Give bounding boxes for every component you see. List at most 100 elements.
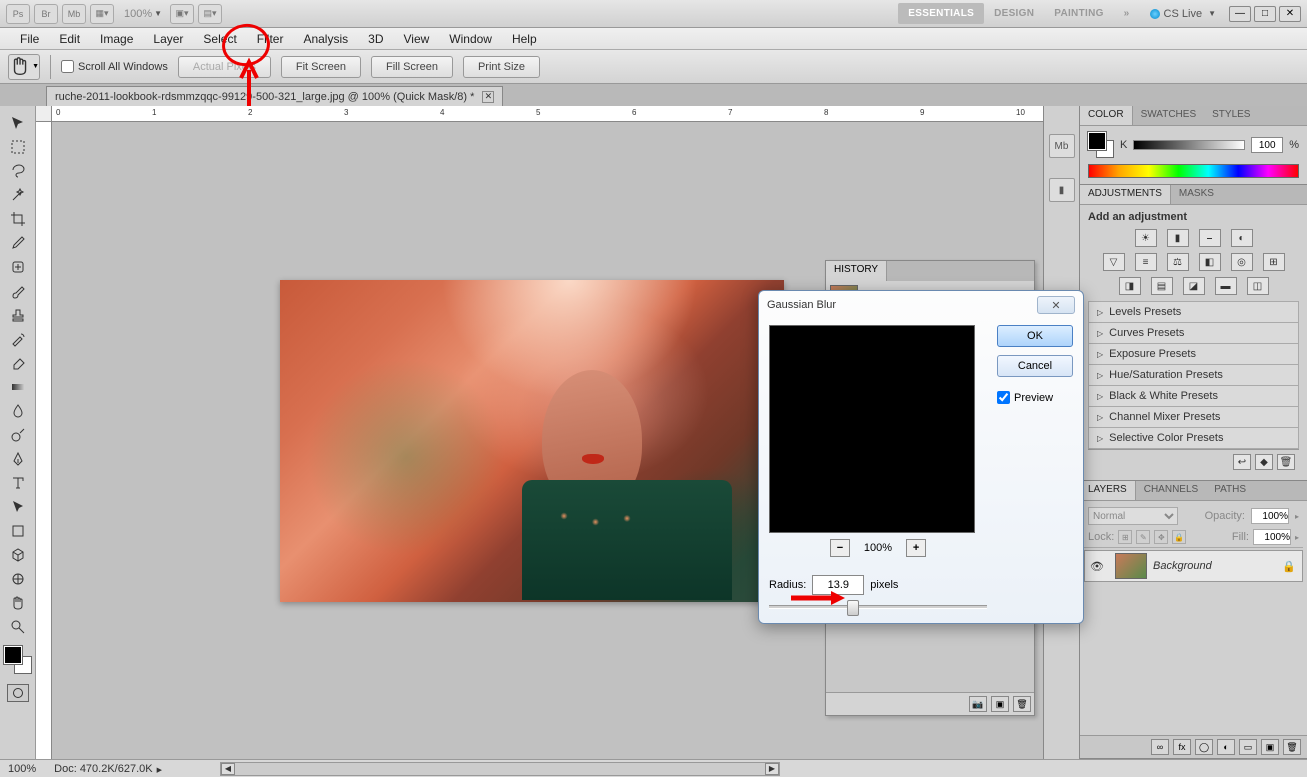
zoom-out-button[interactable]: − bbox=[830, 539, 850, 557]
menu-edit[interactable]: Edit bbox=[49, 28, 90, 50]
workspace-more-icon[interactable]: » bbox=[1114, 3, 1140, 24]
hist-new-icon[interactable]: ▣ bbox=[991, 696, 1009, 712]
menu-file[interactable]: File bbox=[10, 28, 49, 50]
workspace-design[interactable]: DESIGN bbox=[984, 3, 1044, 24]
fill-screen-button[interactable]: Fill Screen bbox=[371, 56, 453, 78]
ruler-horizontal[interactable]: 0 1 2 3 4 5 6 7 8 9 10 bbox=[52, 106, 1079, 122]
marquee-tool-icon[interactable] bbox=[5, 136, 31, 158]
menu-window[interactable]: Window bbox=[439, 28, 502, 50]
actual-pixels-button[interactable]: Actual Pixels bbox=[178, 56, 271, 78]
horizontal-scrollbar[interactable]: ◀ ▶ bbox=[220, 762, 780, 776]
tab-paths[interactable]: PATHS bbox=[1206, 481, 1254, 500]
layer-name[interactable]: Background bbox=[1153, 560, 1282, 572]
preset-exposure[interactable]: ▷Exposure Presets bbox=[1088, 344, 1299, 365]
tab-masks[interactable]: MASKS bbox=[1171, 185, 1222, 204]
status-doc[interactable]: Doc: 470.2K/627.0K bbox=[54, 763, 152, 775]
levels-icon[interactable]: ▮ bbox=[1167, 229, 1189, 247]
tab-styles[interactable]: STYLES bbox=[1204, 106, 1258, 125]
menu-view[interactable]: View bbox=[393, 28, 439, 50]
minibridge-icon[interactable]: Mb bbox=[62, 4, 86, 24]
ps-logo-icon[interactable]: Ps bbox=[6, 4, 30, 24]
mixer-icon[interactable]: ⊞ bbox=[1263, 253, 1285, 271]
new-layer-icon[interactable]: ▣ bbox=[1261, 739, 1279, 755]
radius-input[interactable] bbox=[812, 575, 864, 595]
shape-tool-icon[interactable] bbox=[5, 520, 31, 542]
spectrum-bar[interactable] bbox=[1088, 164, 1299, 178]
menu-help[interactable]: Help bbox=[502, 28, 547, 50]
print-size-button[interactable]: Print Size bbox=[463, 56, 540, 78]
blend-mode-select[interactable]: Normal bbox=[1088, 507, 1178, 525]
chevron-down-icon[interactable]: ▼ bbox=[154, 9, 162, 18]
preset-mixer[interactable]: ▷Channel Mixer Presets bbox=[1088, 407, 1299, 428]
mask-icon[interactable]: ◯ bbox=[1195, 739, 1213, 755]
zoom-in-button[interactable]: + bbox=[906, 539, 926, 557]
menu-filter[interactable]: Filter bbox=[247, 28, 294, 50]
document-canvas[interactable] bbox=[280, 280, 784, 602]
dialog-titlebar[interactable]: Gaussian Blur ✕ bbox=[759, 291, 1083, 319]
preset-curves[interactable]: ▷Curves Presets bbox=[1088, 323, 1299, 344]
scroll-all-checkbox[interactable]: Scroll All Windows bbox=[61, 60, 168, 73]
adjust-clip-icon[interactable]: ◆ bbox=[1255, 454, 1273, 470]
history-panel-icon[interactable]: ▮ bbox=[1049, 178, 1075, 202]
opacity-input[interactable] bbox=[1251, 508, 1289, 524]
zoom-tool-icon[interactable] bbox=[5, 616, 31, 638]
group-icon[interactable]: ▭ bbox=[1239, 739, 1257, 755]
hist-camera-icon[interactable]: 📷 bbox=[969, 696, 987, 712]
color-swatches[interactable] bbox=[4, 646, 32, 674]
lasso-tool-icon[interactable] bbox=[5, 160, 31, 182]
document-tab[interactable]: ruche-2011-lookbook-rdsmmzqqc-99129-500-… bbox=[46, 86, 503, 106]
fx-icon[interactable]: fx bbox=[1173, 739, 1191, 755]
maximize-button[interactable]: □ bbox=[1254, 6, 1276, 22]
lock-all-icon[interactable]: 🔒 bbox=[1172, 530, 1186, 544]
heal-tool-icon[interactable] bbox=[5, 256, 31, 278]
minimize-button[interactable]: — bbox=[1229, 6, 1251, 22]
fill-input[interactable] bbox=[1253, 529, 1291, 545]
minibridge-panel-icon[interactable]: Mb bbox=[1049, 134, 1075, 158]
scroll-right-icon[interactable]: ▶ bbox=[765, 763, 779, 775]
path-select-icon[interactable] bbox=[5, 496, 31, 518]
vibrance-icon[interactable]: ▽ bbox=[1103, 253, 1125, 271]
tab-adjustments[interactable]: ADJUSTMENTS bbox=[1080, 185, 1171, 204]
menu-layer[interactable]: Layer bbox=[143, 28, 193, 50]
k-value-input[interactable] bbox=[1251, 137, 1283, 153]
crop-tool-icon[interactable] bbox=[5, 208, 31, 230]
tab-layers[interactable]: LAYERS bbox=[1080, 481, 1136, 500]
quickmask-toggle[interactable] bbox=[7, 684, 29, 702]
move-tool-icon[interactable] bbox=[5, 112, 31, 134]
k-slider[interactable] bbox=[1133, 140, 1245, 150]
hand-nav-icon[interactable] bbox=[5, 592, 31, 614]
lock-pos-icon[interactable]: ✥ bbox=[1154, 530, 1168, 544]
workspace-essentials[interactable]: ESSENTIALS bbox=[898, 3, 984, 24]
gradmap-icon[interactable]: ▬ bbox=[1215, 277, 1237, 295]
adjust-layer-icon[interactable]: ◐ bbox=[1217, 739, 1235, 755]
bridge-icon[interactable]: Br bbox=[34, 4, 58, 24]
lock-paint-icon[interactable]: ✎ bbox=[1136, 530, 1150, 544]
trash-icon[interactable]: 🗑 bbox=[1283, 739, 1301, 755]
menu-image[interactable]: Image bbox=[90, 28, 143, 50]
layer-row[interactable]: 👁 Background 🔒 bbox=[1084, 550, 1303, 582]
visibility-icon[interactable]: 👁 bbox=[1085, 560, 1109, 573]
fit-screen-button[interactable]: Fit Screen bbox=[281, 56, 361, 78]
menu-select[interactable]: Select bbox=[193, 28, 246, 50]
screen-mode-icon[interactable]: ▣▾ bbox=[170, 4, 194, 24]
workspace-painting[interactable]: PAINTING bbox=[1044, 3, 1113, 24]
view-extras-icon[interactable]: ▦▾ bbox=[90, 4, 114, 24]
filter-preview[interactable] bbox=[769, 325, 975, 533]
blur-tool-icon[interactable] bbox=[5, 400, 31, 422]
exposure-icon[interactable]: ◐ bbox=[1231, 229, 1253, 247]
history-brush-icon[interactable] bbox=[5, 328, 31, 350]
curves-icon[interactable]: ⎯ bbox=[1199, 229, 1221, 247]
close-button[interactable]: ✕ bbox=[1279, 6, 1301, 22]
type-tool-icon[interactable] bbox=[5, 472, 31, 494]
close-tab-icon[interactable]: ✕ bbox=[482, 91, 494, 103]
tab-channels[interactable]: CHANNELS bbox=[1136, 481, 1206, 500]
preview-checkbox[interactable]: Preview bbox=[997, 391, 1073, 404]
pen-tool-icon[interactable] bbox=[5, 448, 31, 470]
eraser-tool-icon[interactable] bbox=[5, 352, 31, 374]
stamp-tool-icon[interactable] bbox=[5, 304, 31, 326]
slider-knob[interactable] bbox=[847, 600, 859, 616]
hist-trash-icon[interactable]: 🗑 bbox=[1013, 696, 1031, 712]
dodge-tool-icon[interactable] bbox=[5, 424, 31, 446]
gaussian-blur-dialog[interactable]: Gaussian Blur ✕ − 100% + Radius: pixels … bbox=[758, 290, 1084, 624]
preset-levels[interactable]: ▷Levels Presets bbox=[1088, 302, 1299, 323]
